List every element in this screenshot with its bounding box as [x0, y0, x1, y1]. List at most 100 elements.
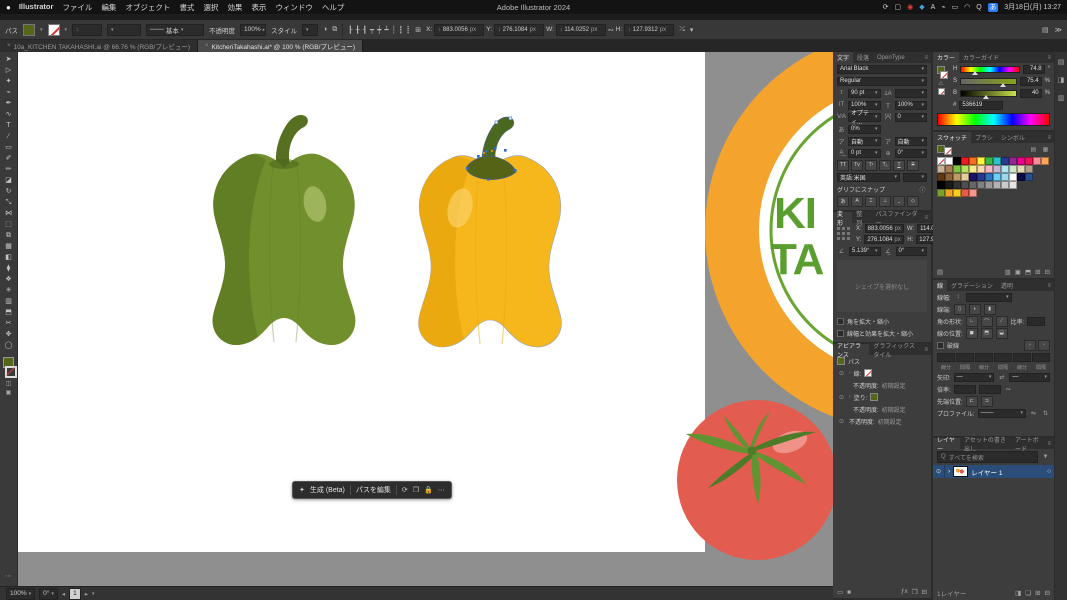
swatch-0-12[interactable] [1033, 157, 1041, 165]
swatch-3-5[interactable] [977, 181, 985, 189]
new-sublayer-icon[interactable]: ❏ [1025, 589, 1031, 597]
menubar-clock[interactable]: 3月18日(月) 13:27 [1004, 2, 1061, 12]
menu-item-9[interactable]: ヘルプ [322, 2, 345, 13]
baseline-shift-field[interactable]: 0 pt▾ [848, 149, 881, 158]
font-family-select[interactable]: Arial Black▾ [837, 65, 927, 74]
snap-option-2-button[interactable]: A [851, 196, 863, 207]
swatch-3-3[interactable] [961, 181, 969, 189]
arrow-scale-end-field[interactable] [979, 385, 1001, 394]
brightness-slider[interactable] [960, 90, 1017, 97]
reference-point-icon[interactable]: ⊞ [415, 26, 421, 34]
aki-right-select[interactable]: 自動▾ [895, 137, 928, 146]
swatch-2-1[interactable] [945, 173, 953, 181]
graph-tool[interactable]: ▥ [1, 296, 17, 307]
wifi-icon[interactable]: ◠ [964, 3, 970, 11]
align-middle-button[interactable]: ┿ [377, 26, 381, 34]
gap-field-1[interactable] [956, 353, 974, 362]
tip-extend-button[interactable]: ⊏ [966, 396, 978, 407]
align-top-button[interactable]: ┯ [370, 26, 374, 34]
panel-menu-icon[interactable]: ≡ [924, 347, 931, 353]
toolbar-stroke-swatch[interactable] [5, 366, 17, 378]
tab-align[interactable]: 整列 [852, 212, 871, 223]
all-caps-button[interactable]: TT [837, 160, 849, 171]
underline-button[interactable]: T [893, 160, 905, 171]
link-dimensions-icon[interactable]: ∾ [608, 26, 614, 34]
swatch-2-6[interactable] [985, 173, 993, 181]
menu-item-5[interactable]: 選択 [203, 2, 218, 13]
font-style-select[interactable]: Regular▾ [837, 77, 927, 86]
spotlight-icon[interactable]: Q [976, 4, 981, 11]
collapsed-panel-2-icon[interactable]: ◨ [1058, 76, 1065, 84]
language-select[interactable]: 英語:米国▾ [837, 173, 900, 182]
scale-tool[interactable]: ⤡ [1, 197, 17, 208]
panel-menu-icon[interactable]: ≡ [924, 215, 931, 221]
logo-artwork[interactable]: KI TA [705, 52, 833, 430]
close-tab-icon[interactable]: × [7, 43, 11, 49]
opacity-field[interactable]: 100%▸ [240, 24, 266, 36]
document-tab-inactive[interactable]: × 10a_KITCHEN TAKAHASHI.ai @ 66.76 % (RG… [0, 40, 198, 52]
shape-builder-tool[interactable]: ⧉ [1, 230, 17, 241]
align-center-button[interactable]: ╂ [355, 26, 359, 34]
symbol-sprayer-tool[interactable]: ✳ [1, 285, 17, 296]
swatch-1-8[interactable] [1001, 165, 1009, 173]
swatch-0-7[interactable] [993, 157, 1001, 165]
tab-graphic-styles[interactable]: グラフィックスタイル [869, 344, 924, 355]
line-tool[interactable]: ∕ [1, 131, 17, 142]
tab-stroke[interactable]: 線 [933, 280, 947, 291]
apple-menu-icon[interactable]: ● [6, 3, 11, 12]
swatch-4-3[interactable] [961, 189, 969, 197]
swatch-0-1[interactable] [945, 157, 953, 165]
recolor-artwork-icon[interactable]: ◑ [323, 26, 327, 33]
current-stroke-swatch[interactable] [944, 147, 952, 155]
panel-menu-icon[interactable]: ≡ [1047, 283, 1054, 289]
layer-name[interactable]: レイヤー 1 [971, 467, 1002, 477]
swatch-libraries-icon[interactable]: ▤ [937, 268, 943, 276]
miter-limit-field[interactable] [1027, 317, 1045, 326]
flip-along-icon[interactable]: ⇋ [1029, 410, 1038, 417]
tab-gradient[interactable]: グラデーション [947, 280, 997, 291]
tab-artboards[interactable]: アートボード [1011, 438, 1047, 449]
magic-wand-tool[interactable]: ✦ [1, 76, 17, 87]
swatch-options-icon[interactable]: ▣ [1015, 268, 1021, 276]
stroke-caret-icon[interactable]: ▾ [65, 27, 68, 33]
swatch-2-0[interactable] [937, 173, 945, 181]
slice-tool[interactable]: ✂ [1, 318, 17, 329]
swatch-2-10[interactable] [1017, 173, 1025, 181]
green-pepper-artwork[interactable] [213, 115, 356, 345]
menu-item-0[interactable]: Illustrator [19, 2, 54, 13]
swatch-3-7[interactable] [993, 181, 1001, 189]
delete-icon[interactable]: ⊟ [922, 588, 927, 596]
distribute-3-button[interactable]: ┋ [406, 26, 410, 34]
kerning-select[interactable]: オプティ...▾ [848, 113, 880, 122]
align-right-button[interactable]: ┨ [363, 26, 367, 34]
swatch-2-11[interactable] [1025, 173, 1033, 181]
panel-menu-icon[interactable]: ≡ [1047, 135, 1054, 141]
swatch-4-0[interactable] [937, 189, 945, 197]
panel-menu-icon[interactable]: ≡ [924, 55, 931, 61]
artboard-nav-caret-icon[interactable]: ▾ [92, 591, 95, 597]
aki-left-select[interactable]: 自動▾ [848, 137, 881, 146]
hue-slider[interactable] [960, 66, 1019, 73]
rotate-tool[interactable]: ↻ [1, 186, 17, 197]
make-mask-icon[interactable]: ⧉ [332, 26, 337, 34]
swatch-4-1[interactable] [945, 189, 953, 197]
duplicate-icon[interactable]: ❐ [912, 588, 918, 596]
new-layer-icon[interactable]: ⊞ [1035, 589, 1040, 597]
align-stroke-outside-button[interactable]: ⬓ [996, 328, 1008, 339]
swap-arrows-icon[interactable]: ⇄ [997, 374, 1006, 381]
swatch-4-2[interactable] [953, 189, 961, 197]
swatch-1-7[interactable] [993, 165, 1001, 173]
eye-icon[interactable]: ⊙ [837, 394, 846, 401]
h-field[interactable]: ↕127.9312px [624, 24, 674, 36]
close-tab-icon[interactable]: × [205, 43, 209, 49]
tab-asset-export[interactable]: アセットの書き出し [960, 438, 1011, 449]
tab-layers[interactable]: レイヤー [933, 438, 960, 449]
swatch-2-7[interactable] [993, 173, 1001, 181]
tip-align-button[interactable]: ⊐ [981, 396, 993, 407]
ime-indicator[interactable]: あ [988, 3, 999, 12]
swatch-1-9[interactable] [1009, 165, 1017, 173]
tab-transparency[interactable]: 透明 [997, 280, 1017, 291]
snap-option-1-button[interactable]: あ [837, 196, 849, 207]
rotate-icon[interactable]: ⟳ [402, 486, 408, 494]
swatch-1-1[interactable] [945, 165, 953, 173]
